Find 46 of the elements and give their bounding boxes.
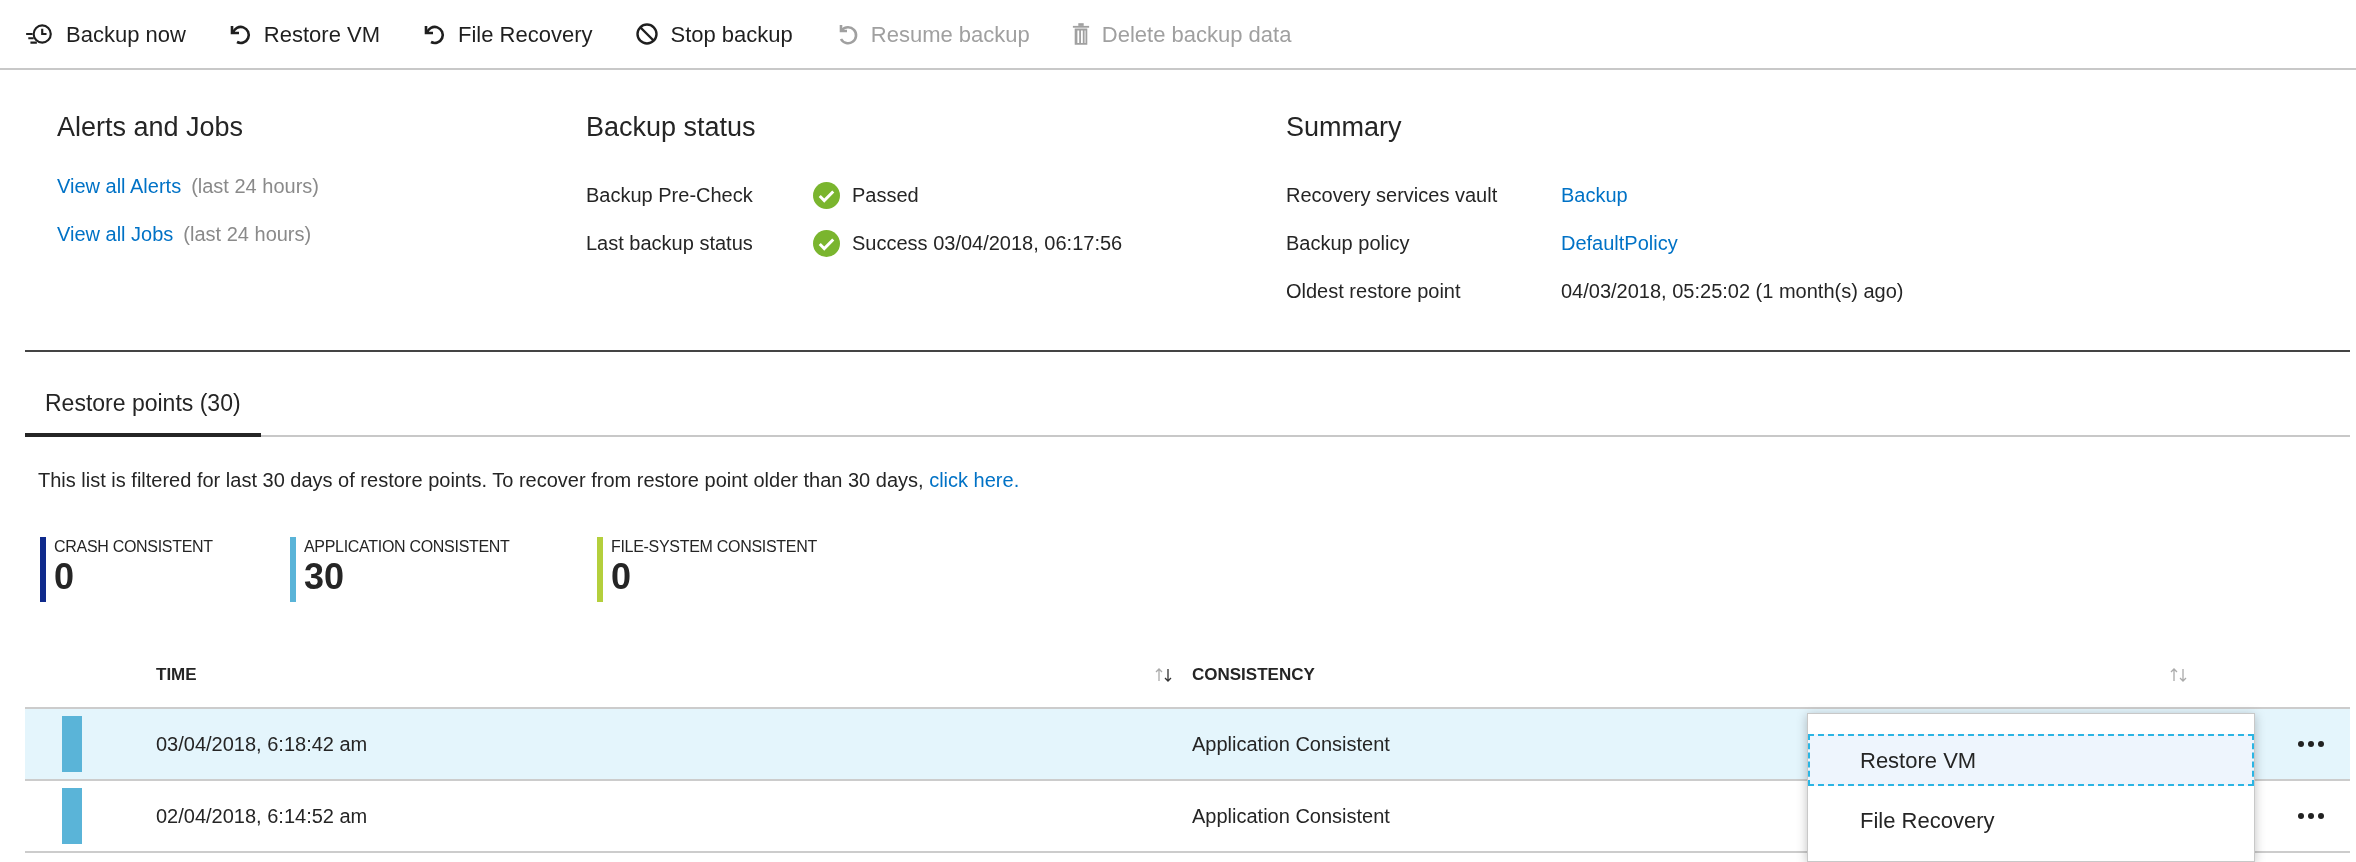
summary-label: Backup policy [1286, 231, 1411, 256]
status-label: Backup Pre-Check [586, 183, 754, 208]
time-cell-text: 03/04/2018, 6:18:42 am [156, 731, 369, 757]
more-options-icon[interactable] [2298, 812, 2324, 819]
legend-count: 30 [304, 556, 346, 597]
summary-link[interactable]: Backup [1561, 180, 1628, 210]
clock-icon [24, 21, 54, 47]
consistency-cell: Application Consistent [1192, 732, 1390, 755]
summary-link[interactable]: DefaultPolicy [1561, 228, 1678, 258]
time-cell-text: 02/04/2018, 6:14:52 am [156, 803, 369, 829]
tab[interactable]: Restore points (30) [25, 386, 261, 437]
status-label: Last backup status [586, 231, 754, 256]
view-link[interactable]: View all Jobs [57, 219, 174, 249]
time-range-note: (last 24 hours) [183, 222, 312, 247]
status-value: Success 03/04/2018, 06:17:56 [852, 231, 1123, 256]
filter-note: This list is filtered for last 30 days of restore points. To recover from restore point older than 30 days, click here. [38, 467, 1021, 493]
section-title: Alerts and Jobs [57, 114, 245, 141]
toolbar-button[interactable]: Restore VM [227, 17, 380, 51]
toolbar-button[interactable]: Backup now [24, 17, 186, 51]
toolbar-button[interactable]: File Recovery [422, 17, 593, 51]
consistency-color-bar [62, 787, 82, 844]
click-here-link[interactable]: click here. [929, 468, 1020, 491]
status-value: Passed [852, 183, 919, 208]
legend-label: FILE-SYSTEM CONSISTENT [611, 536, 817, 557]
legend-label: CRASH CONSISTENT [54, 536, 213, 557]
summary-value: 04/03/2018, 05:25:02 (1 month(s) ago) [1561, 279, 1904, 304]
view-link[interactable]: View all Alerts [57, 171, 182, 201]
section-title: Summary [1286, 114, 1403, 141]
menu-item[interactable]: File Recovery [1808, 794, 2254, 846]
column-header[interactable]: CONSISTENCY [1192, 662, 2169, 688]
toolbar-button[interactable]: Stop backup [634, 17, 793, 51]
legend-count: 0 [611, 556, 633, 597]
summary-label: Oldest restore point [1286, 279, 1462, 304]
column-header[interactable]: TIME [156, 662, 1154, 688]
consistency-cell: Application Consistent [1192, 804, 1390, 827]
consistency-color-bar [62, 715, 82, 772]
sort-icon[interactable] [1154, 667, 1174, 683]
stop-icon [634, 22, 659, 46]
time-range-note: (last 24 hours) [191, 174, 319, 199]
trash-icon [1071, 22, 1090, 46]
more-options-icon[interactable] [2298, 740, 2324, 747]
legend-count: 0 [54, 556, 76, 597]
legend-label: APPLICATION CONSISTENT [304, 536, 510, 557]
section-title: Backup status [586, 114, 757, 141]
summary-label: Recovery services vault [1286, 183, 1499, 208]
menu-item[interactable]: Restore VM [1808, 734, 2254, 786]
